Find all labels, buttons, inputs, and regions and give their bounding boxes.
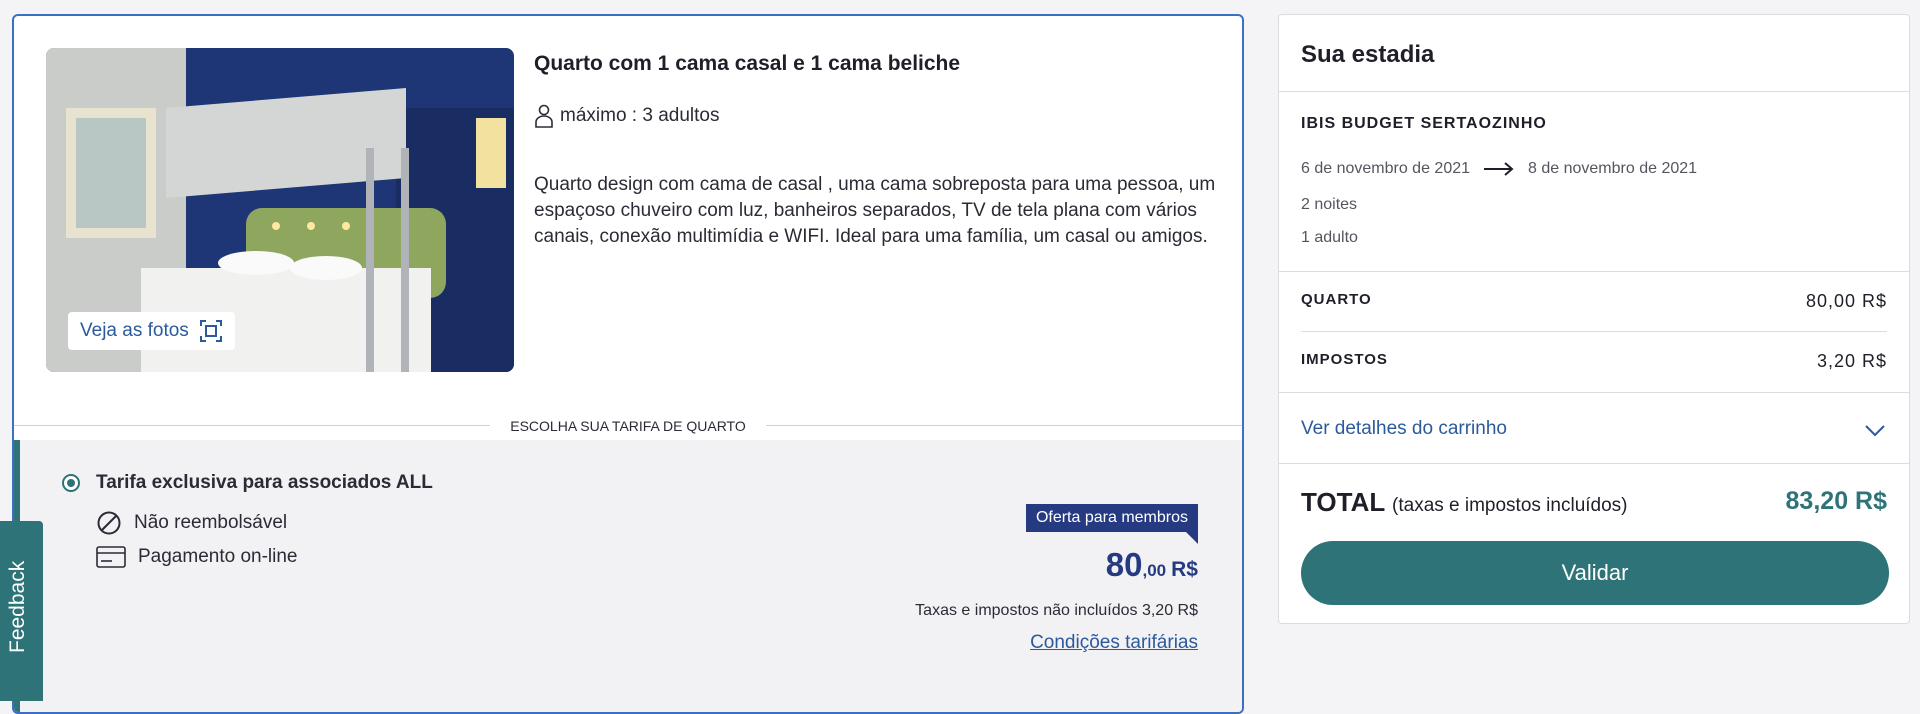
rate-divider: ESCOLHA SUA TARIFA DE QUARTO xyxy=(14,414,1242,438)
divider xyxy=(1279,392,1909,393)
divider xyxy=(1279,91,1909,92)
divider xyxy=(1279,463,1909,464)
validate-button[interactable]: Validar xyxy=(1301,541,1889,605)
rate-price: 80 ,00 R$ xyxy=(1106,546,1198,584)
room-label: QUARTO xyxy=(1301,291,1372,308)
feature-label: Não reembolsável xyxy=(134,512,288,533)
guests: 1 adulto xyxy=(1301,229,1358,246)
gallery-icon xyxy=(199,320,222,342)
feature-label: Pagamento on-line xyxy=(138,546,298,567)
capacity-text: máximo : 3 adultos xyxy=(560,105,720,126)
feedback-label: Feedback xyxy=(6,560,29,653)
tax-label: IMPOSTOS xyxy=(1301,351,1388,368)
capacity: máximo : 3 adultos xyxy=(534,104,719,128)
member-offer-badge: Oferta para membros xyxy=(1025,504,1199,544)
see-photos-button[interactable]: Veja as fotos xyxy=(68,312,235,350)
see-photos-label: Veja as fotos xyxy=(80,320,189,341)
rate-radio[interactable] xyxy=(62,474,80,492)
price-integer: 80 xyxy=(1105,546,1143,583)
divider xyxy=(1279,271,1909,272)
stay-summary: Sua estadia IBIS BUDGET SERTAOZINHO 6 de… xyxy=(1278,14,1910,624)
rate-option[interactable]: Tarifa exclusiva para associados ALL Não… xyxy=(14,440,1242,712)
chevron-down-icon[interactable] xyxy=(1863,418,1887,442)
person-icon xyxy=(535,104,553,128)
arrow-right-icon xyxy=(1484,162,1514,176)
rate-feature-nonrefundable: Não reembolsável xyxy=(96,510,287,536)
room-title: Quarto com 1 cama casal e 1 cama beliche xyxy=(534,52,961,75)
date-from: 6 de novembro de 2021 xyxy=(1301,160,1471,177)
total-note: (taxas e impostos incluídos) xyxy=(1392,495,1628,516)
rate-name: Tarifa exclusiva para associados ALL xyxy=(96,472,433,493)
total-value: 83,20 R$ xyxy=(1785,487,1887,515)
summary-title: Sua estadia xyxy=(1301,41,1435,68)
room-photo[interactable]: Veja as fotos xyxy=(46,48,514,372)
total-title: TOTAL xyxy=(1301,487,1385,517)
rate-feature-online-payment: Pagamento on-line xyxy=(96,546,298,568)
rate-divider-label: ESCOLHA SUA TARIFA DE QUARTO xyxy=(496,418,760,434)
stay-dates: 6 de novembro de 2021 8 de novembro de 2… xyxy=(1301,160,1697,178)
date-to: 8 de novembro de 2021 xyxy=(1528,160,1698,177)
nights: 2 noites xyxy=(1301,196,1358,213)
tax-value: 3,20 R$ xyxy=(1816,351,1887,371)
price-currency: R$ xyxy=(1171,558,1198,581)
rate-conditions-link[interactable]: Condições tarifárias xyxy=(1030,632,1198,654)
tax-note: Taxas e impostos não incluídos 3,20 R$ xyxy=(915,602,1198,619)
hotel-name: IBIS BUDGET SERTAOZINHO xyxy=(1301,115,1547,132)
price-decimals: ,00 xyxy=(1142,561,1167,580)
total-label: TOTAL (taxas e impostos incluídos) xyxy=(1301,487,1628,518)
room-card: Veja as fotos Quarto com 1 cama casal e … xyxy=(12,14,1244,714)
no-refund-icon xyxy=(97,511,121,535)
divider xyxy=(1301,331,1887,332)
room-value: 80,00 R$ xyxy=(1805,291,1887,311)
cart-details-link[interactable]: Ver detalhes do carrinho xyxy=(1301,418,1507,440)
room-description: Quarto design com cama de casal , uma ca… xyxy=(534,174,1216,247)
feedback-tab[interactable]: Feedback xyxy=(0,521,43,701)
credit-card-icon xyxy=(96,546,126,568)
